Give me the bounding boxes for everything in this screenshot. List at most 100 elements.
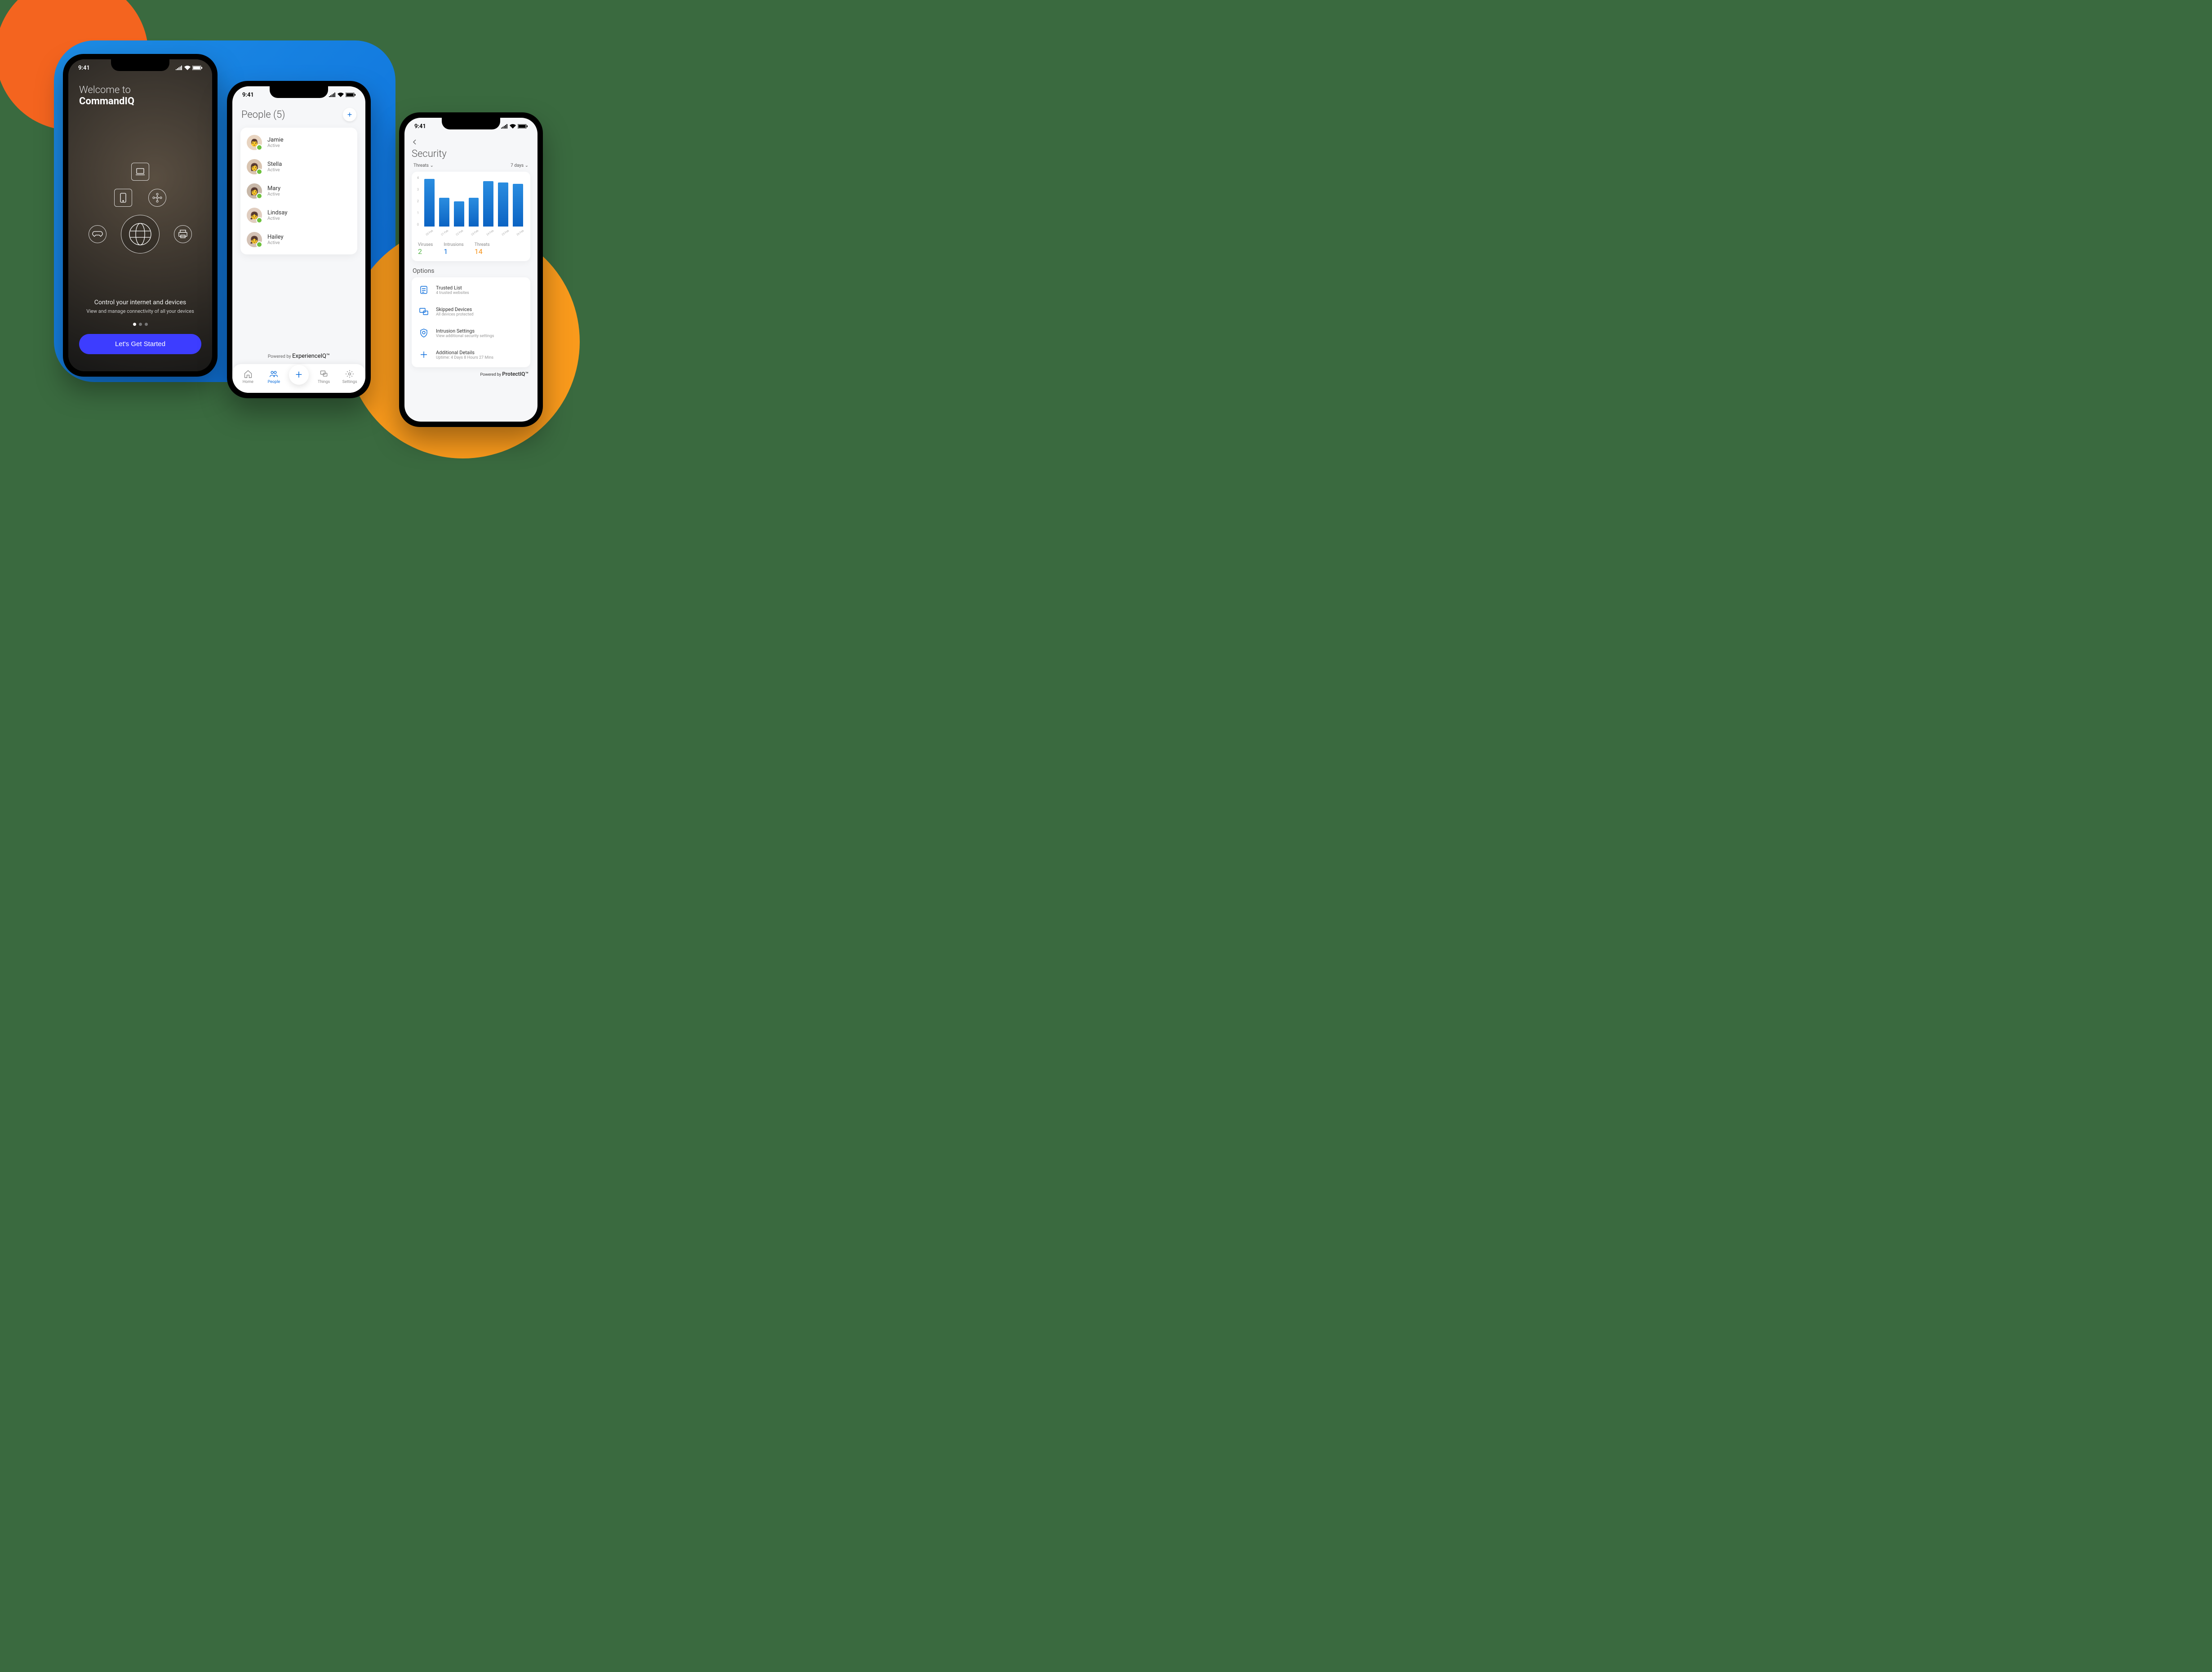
nav-label: People: [268, 380, 280, 384]
devices-icon: [417, 305, 431, 318]
phone-welcome: 9:41 Welcome to CommandIQ: [63, 54, 218, 377]
option-additional-details[interactable]: Additional DetailsUptime: 4 Days 8 Hours…: [416, 344, 526, 365]
person-name: Hailey: [267, 234, 284, 240]
avatar: 👩: [247, 159, 262, 174]
gamepad-icon: [89, 225, 107, 243]
person-name: Mary: [267, 185, 280, 192]
security-stats: Viruses2 Intrusions1 Threats14: [416, 238, 526, 259]
globe-icon: [121, 215, 160, 253]
avatar: 👩: [247, 183, 262, 199]
get-started-button[interactable]: Let's Get Started: [79, 334, 201, 354]
chart-bar: [424, 179, 435, 227]
welcome-pre: Welcome to: [79, 84, 201, 96]
people-list: 👨 JamieActive 👩 StellaActive 👩 MaryActiv…: [240, 128, 357, 254]
option-subtitle: All devices protected: [436, 312, 474, 317]
home-icon: [244, 369, 253, 378]
stat-label: Intrusions: [444, 242, 463, 247]
option-subtitle: 4 trusted websites: [436, 291, 469, 295]
nav-things[interactable]: Things: [313, 369, 335, 384]
stat-label: Viruses: [418, 242, 433, 247]
gear-icon: [345, 369, 354, 378]
nav-add-button[interactable]: +: [289, 365, 309, 385]
person-name: Jamie: [267, 137, 284, 143]
app-name: CommandIQ: [79, 96, 201, 107]
people-icon: [269, 369, 278, 378]
status-indicators: [175, 66, 202, 70]
chart-bar: [469, 198, 479, 227]
filter-range-dropdown[interactable]: 7 days ⌄: [511, 163, 529, 168]
bottom-nav: Home People + Things Settings: [232, 364, 365, 393]
printer-icon: [174, 225, 192, 243]
chart-y-axis: 43210: [417, 176, 419, 227]
list-icon: [417, 283, 431, 297]
person-status: Active: [267, 240, 284, 245]
person-row[interactable]: 👨 JamieActive: [245, 130, 353, 155]
options-heading: Options: [413, 267, 529, 275]
status-indicators: [501, 124, 528, 129]
phone-icon: [114, 189, 132, 207]
pagination-dot-2[interactable]: [139, 323, 142, 326]
avatar: 👧: [247, 208, 262, 223]
option-subtitle: View additional security settings: [436, 334, 494, 338]
phone-notch: [111, 59, 169, 71]
pagination-dot-1[interactable]: [133, 323, 136, 326]
plus-icon: +: [347, 110, 352, 120]
filter-threats-dropdown[interactable]: Threats ⌄: [413, 163, 434, 168]
person-status: Active: [267, 168, 282, 173]
person-row[interactable]: 👧 LindsayActive: [245, 203, 353, 227]
chevron-down-icon: ⌄: [430, 163, 433, 168]
status-indicators: [329, 93, 355, 97]
phone-notch: [270, 86, 328, 98]
plus-icon: +: [296, 368, 302, 382]
person-status: Active: [267, 216, 288, 221]
option-trusted-list[interactable]: Trusted List4 trusted websites: [416, 279, 526, 301]
stat-value-viruses: 2: [418, 247, 433, 256]
nav-people[interactable]: People: [263, 369, 284, 384]
person-row[interactable]: 👩 StellaActive: [245, 155, 353, 179]
avatar: 👨: [247, 135, 262, 150]
option-title: Skipped Devices: [436, 307, 474, 312]
option-skipped-devices[interactable]: Skipped DevicesAll devices protected: [416, 301, 526, 322]
nav-home[interactable]: Home: [237, 369, 259, 384]
laptop-icon: [131, 163, 149, 181]
status-time: 9:41: [242, 92, 254, 98]
things-icon: [320, 369, 329, 378]
nav-label: Home: [243, 380, 253, 384]
phone-people: 9:41 People (5) + 👨 JamieActive 👩: [227, 81, 371, 398]
option-subtitle: Uptime: 4 Days 8 Hours 27 Mins: [436, 356, 493, 360]
network-mesh-icon: [148, 189, 166, 207]
person-row[interactable]: 👩 MaryActive: [245, 179, 353, 203]
nav-label: Settings: [342, 380, 357, 384]
option-title: Trusted List: [436, 285, 469, 291]
status-time: 9:41: [78, 65, 90, 71]
welcome-subtagline: View and manage connectivity of all your…: [79, 308, 201, 315]
chart-bar: [513, 184, 523, 227]
pagination-dot-3[interactable]: [145, 323, 148, 326]
option-intrusion-settings[interactable]: Intrusion SettingsView additional securi…: [416, 322, 526, 344]
chart-bar: [454, 201, 464, 227]
powered-by: Powered by ProtectIQ™: [412, 367, 530, 383]
person-row[interactable]: 👧 HaileyActive: [245, 227, 353, 252]
back-button[interactable]: [412, 137, 422, 147]
welcome-heading: Welcome to CommandIQ: [79, 84, 201, 107]
nav-settings[interactable]: Settings: [339, 369, 360, 384]
plus-icon: [417, 348, 431, 361]
chart-x-axis: 20 Feb21 Feb22 Feb23 Feb24 Feb25 Feb26 F…: [416, 235, 526, 238]
phone-security: 9:41 Security Threats ⌄ 7 days ⌄ 43210 2…: [399, 112, 543, 427]
person-name: Lindsay: [267, 209, 288, 216]
chart-bar: [483, 181, 493, 227]
powered-by: Powered by ExperienceIQ™: [240, 353, 357, 360]
phone-notch: [442, 118, 500, 129]
person-status: Active: [267, 192, 280, 197]
options-list: Trusted List4 trusted websites Skipped D…: [412, 277, 530, 367]
shield-icon: [417, 326, 431, 340]
chevron-left-icon: [412, 139, 418, 145]
page-title: People (5): [241, 109, 285, 120]
chart-bar: [498, 182, 508, 227]
add-person-button[interactable]: +: [343, 108, 356, 121]
page-title: Security: [412, 148, 530, 160]
avatar: 👧: [247, 232, 262, 247]
threats-chart-card: 43210 20 Feb21 Feb22 Feb23 Feb24 Feb25 F…: [412, 172, 530, 261]
stat-label: Threats: [475, 242, 490, 247]
status-time: 9:41: [414, 123, 426, 130]
